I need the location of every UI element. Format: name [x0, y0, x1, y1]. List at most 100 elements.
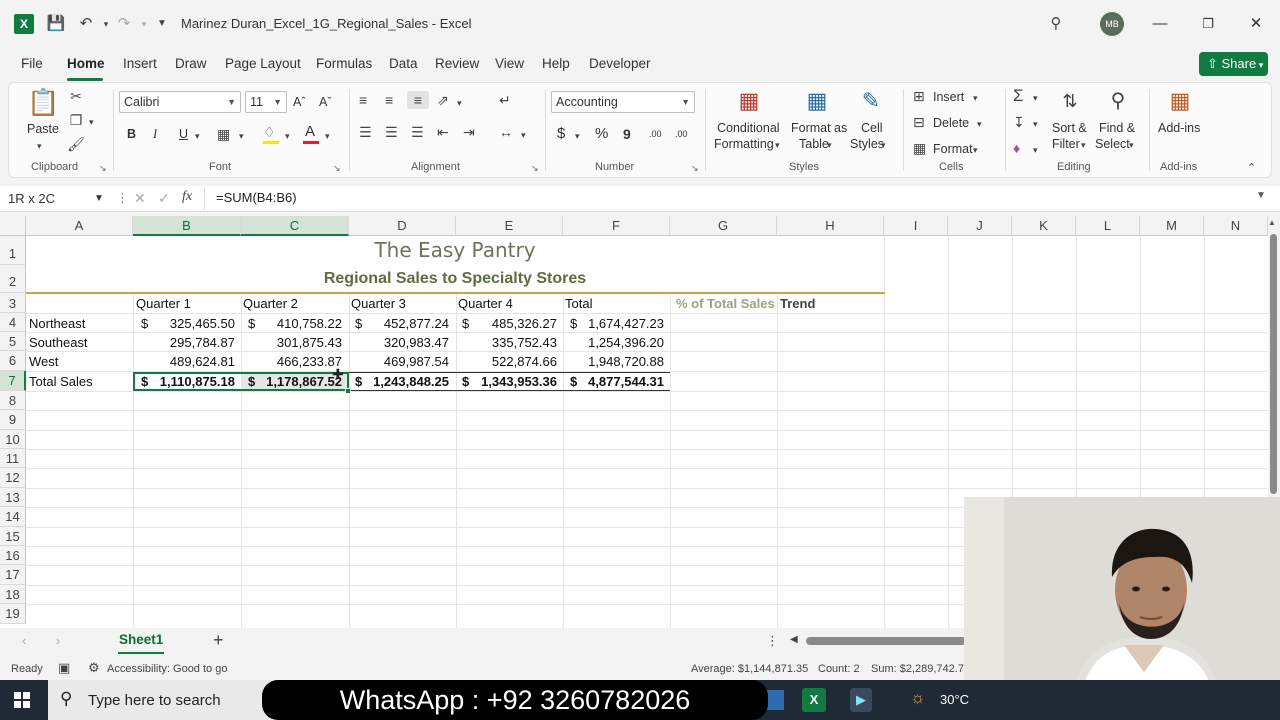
- column-header[interactable]: K: [1012, 216, 1076, 236]
- currency-button[interactable]: $: [557, 126, 565, 142]
- autosum-icon[interactable]: Σ: [1013, 87, 1024, 105]
- column-header[interactable]: A: [26, 216, 133, 236]
- sheet-subtitle[interactable]: Regional Sales to Specialty Stores: [26, 270, 884, 288]
- total-label-cell[interactable]: Total Sales: [29, 372, 93, 391]
- format-painter-icon[interactable]: 🖌: [67, 135, 85, 153]
- merge-dropdown-icon[interactable]: ▾: [521, 126, 526, 144]
- sheet-tab-sheet1[interactable]: Sheet1: [118, 630, 165, 654]
- row-header[interactable]: 11: [0, 449, 26, 468]
- customize-toolbar-icon[interactable]: ▼: [152, 14, 172, 34]
- format-as-table-label[interactable]: Format as: [791, 120, 847, 136]
- share-button[interactable]: ⇧ Share ▾: [1199, 52, 1268, 76]
- delete-cells-icon[interactable]: ⊟: [913, 113, 925, 131]
- row-header[interactable]: 15: [0, 527, 26, 546]
- row-header[interactable]: 12: [0, 468, 26, 488]
- region-cell[interactable]: Southeast: [29, 333, 88, 352]
- tab-help[interactable]: Help: [542, 56, 570, 71]
- borders-icon[interactable]: ▦: [217, 125, 230, 143]
- minimize-button[interactable]: —: [1148, 12, 1172, 36]
- clear-icon[interactable]: ♦: [1013, 139, 1020, 157]
- copy-dropdown-icon[interactable]: ▾: [89, 113, 94, 131]
- align-right-icon[interactable]: ☰: [411, 123, 424, 141]
- insert-function-icon[interactable]: fx: [182, 189, 192, 205]
- region-cell[interactable]: West: [29, 352, 58, 371]
- insert-cells-label[interactable]: Insert: [933, 89, 964, 105]
- align-center-icon[interactable]: ☰: [385, 123, 398, 141]
- column-header[interactable]: H: [777, 216, 884, 236]
- format-table-dropdown-icon[interactable]: ▾: [827, 136, 832, 154]
- scroll-left-icon[interactable]: ◀: [790, 634, 798, 645]
- status-average[interactable]: Average: $1,144,871.35: [691, 663, 808, 675]
- cut-icon[interactable]: ✂: [67, 87, 85, 105]
- row-header[interactable]: 17: [0, 565, 26, 585]
- avatar[interactable]: MB: [1100, 12, 1124, 36]
- format-as-table-icon[interactable]: ▦: [803, 87, 831, 115]
- decrease-font-icon[interactable]: Aˇ: [319, 94, 332, 110]
- row-header[interactable]: 16: [0, 546, 26, 565]
- undo-icon[interactable]: ↶: [76, 14, 96, 34]
- header-cell[interactable]: Quarter 1: [136, 294, 191, 313]
- column-header[interactable]: I: [884, 216, 948, 236]
- borders-dropdown-icon[interactable]: ▾: [239, 127, 244, 145]
- data-cell[interactable]: 1,254,396.20: [563, 333, 664, 352]
- comma-style-button[interactable]: 9: [623, 126, 631, 142]
- column-header[interactable]: G: [670, 216, 777, 236]
- row-header[interactable]: 13: [0, 488, 26, 507]
- fill-dropdown-icon[interactable]: ▾: [285, 127, 290, 145]
- percent-button[interactable]: %: [595, 126, 608, 142]
- sort-filter-label-2[interactable]: Filter: [1052, 136, 1080, 152]
- tab-formulas[interactable]: Formulas: [316, 56, 372, 71]
- accessibility-icon[interactable]: ⚙: [88, 660, 100, 676]
- fill-color-icon[interactable]: ♢: [263, 123, 276, 141]
- data-cell[interactable]: 325,465.50: [133, 314, 235, 333]
- status-sum[interactable]: Sum: $2,289,742.70: [871, 663, 970, 675]
- currency-dropdown-icon[interactable]: ▾: [575, 127, 580, 145]
- decrease-decimal-button[interactable]: .00: [675, 126, 688, 142]
- orientation-dropdown-icon[interactable]: ▾: [457, 94, 462, 112]
- windows-start-icon[interactable]: [14, 692, 30, 708]
- macro-record-icon[interactable]: ▣: [58, 660, 70, 676]
- autosum-dropdown-icon[interactable]: ▾: [1033, 89, 1038, 107]
- save-icon[interactable]: 💾: [46, 14, 66, 34]
- fill-dropdown-icon[interactable]: ▾: [1033, 115, 1038, 133]
- increase-decimal-button[interactable]: .00: [649, 126, 662, 142]
- sheet-title[interactable]: The Easy Pantry: [26, 238, 884, 262]
- cancel-formula-icon[interactable]: ✕: [134, 190, 146, 207]
- region-cell[interactable]: Northeast: [29, 314, 85, 333]
- data-cell[interactable]: 295,784.87: [133, 333, 235, 352]
- header-cell[interactable]: Total: [565, 294, 592, 313]
- paste-icon[interactable]: 📋: [27, 87, 59, 117]
- tab-insert[interactable]: Insert: [123, 56, 157, 71]
- column-header[interactable]: D: [349, 216, 456, 236]
- header-cell[interactable]: Quarter 2: [243, 294, 298, 313]
- restore-button[interactable]: ❐: [1196, 12, 1220, 36]
- tab-page-layout[interactable]: Page Layout: [225, 56, 301, 71]
- tab-developer[interactable]: Developer: [589, 56, 651, 71]
- column-header[interactable]: C: [241, 216, 349, 236]
- underline-dropdown-icon[interactable]: ▾: [195, 127, 200, 145]
- row-header[interactable]: 4: [0, 313, 26, 332]
- conditional-dropdown-icon[interactable]: ▾: [775, 136, 780, 154]
- add-ins-icon[interactable]: ▦: [1165, 87, 1195, 115]
- insert-cells-icon[interactable]: ⊞: [913, 87, 925, 105]
- column-header[interactable]: N: [1204, 216, 1268, 236]
- weather-icon[interactable]: ☼: [910, 688, 926, 708]
- redo-icon[interactable]: ↷: [114, 14, 134, 34]
- find-select-label[interactable]: Find &: [1099, 120, 1135, 136]
- data-cell[interactable]: 410,758.22: [241, 314, 342, 333]
- row-header[interactable]: 5: [0, 332, 26, 351]
- row-header[interactable]: 14: [0, 507, 26, 527]
- find-select-label-2[interactable]: Select: [1095, 136, 1130, 152]
- cell-styles-icon[interactable]: ✎: [857, 87, 885, 115]
- redo-dropdown-icon[interactable]: ▾: [134, 14, 154, 34]
- cell-styles-label[interactable]: Cell: [861, 120, 883, 136]
- format-as-table-label-2[interactable]: Table: [799, 136, 829, 152]
- row-header[interactable]: 19: [0, 604, 26, 624]
- format-cells-label[interactable]: Format: [933, 141, 973, 157]
- find-dropdown-icon[interactable]: ▾: [1129, 136, 1134, 154]
- column-header[interactable]: B: [133, 216, 241, 236]
- add-ins-label[interactable]: Add-ins: [1158, 120, 1200, 136]
- header-cell[interactable]: Trend: [780, 294, 815, 313]
- undo-dropdown-icon[interactable]: ▾: [96, 14, 116, 34]
- format-dropdown-icon[interactable]: ▾: [973, 141, 978, 159]
